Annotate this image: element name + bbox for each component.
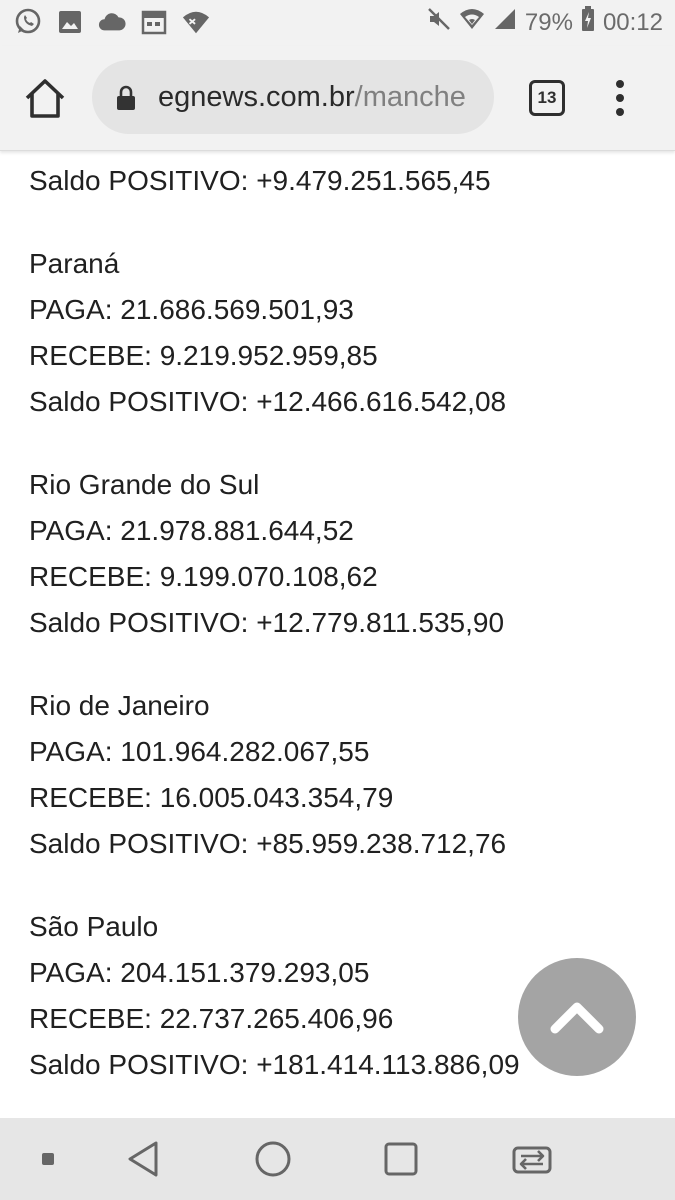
calendar-icon: [140, 8, 168, 36]
saldo-line: Saldo POSITIVO: +12.466.616.542,08: [29, 386, 507, 417]
mute-icon: [427, 7, 451, 38]
state-name: Paraná: [29, 248, 120, 279]
saldo-line: Saldo POSITIVO: +9.479.251.565,45: [29, 165, 491, 196]
status-bar: 79% 00:12: [0, 0, 675, 46]
square-dot-icon: [42, 1153, 54, 1165]
paga-line: PAGA: 21.978.881.644,52: [29, 515, 354, 546]
wifi-icon: [459, 8, 485, 37]
recebe-line: RECEBE: 16.005.043.354,79: [29, 782, 394, 813]
tab-switcher-button[interactable]: 13: [529, 80, 565, 116]
state-block: Rio de Janeiro PAGA: 101.964.282.067,55 …: [29, 683, 649, 867]
home-nav-button[interactable]: [248, 1118, 298, 1200]
address-bar[interactable]: egnews.com.br/manche: [92, 60, 494, 134]
clock: 00:12: [602, 8, 663, 36]
switch-apps-icon: [512, 1146, 552, 1174]
lock-icon: [117, 85, 135, 110]
chevron-up-icon: [550, 1002, 604, 1034]
recebe-line: RECEBE: 9.219.952.959,85: [29, 340, 378, 371]
recents-icon: [384, 1142, 418, 1176]
state-name: São Paulo: [29, 911, 159, 942]
tab-count: 13: [537, 88, 557, 107]
state-block: Rio Grande do Sul PAGA: 21.978.881.644,5…: [29, 462, 649, 646]
home-button[interactable]: [22, 76, 68, 122]
article-content: Saldo POSITIVO: +9.479.251.565,45 Paraná…: [29, 158, 649, 1088]
notification-icons: [14, 8, 210, 36]
back-button[interactable]: [118, 1118, 168, 1200]
battery-percent: 79%: [524, 8, 573, 36]
scroll-to-top-button[interactable]: [518, 958, 636, 1076]
system-status: 79% 00:12: [427, 6, 663, 39]
wifi-locked-icon: [182, 8, 210, 36]
paga-line: PAGA: 101.964.282.067,55: [29, 736, 370, 767]
back-icon: [128, 1141, 158, 1177]
image-icon: [56, 8, 84, 36]
cloud-icon: [98, 8, 126, 36]
navigation-bar: [0, 1118, 675, 1200]
state-name: Rio Grande do Sul: [29, 469, 260, 500]
url-text[interactable]: egnews.com.br/manche: [158, 81, 488, 114]
menu-button[interactable]: [608, 74, 632, 122]
browser-toolbar: egnews.com.br/manche 13: [0, 46, 675, 151]
home-icon: [25, 79, 65, 118]
more-vert-icon: [616, 80, 624, 116]
saldo-line: Saldo POSITIVO: +85.959.238.712,76: [29, 828, 507, 859]
circle-home-icon: [255, 1141, 291, 1177]
switch-apps-button[interactable]: [505, 1118, 559, 1200]
paga-line: PAGA: 21.686.569.501,93: [29, 294, 354, 325]
nav-dot-button[interactable]: [28, 1118, 68, 1200]
url-domain: egnews.com.br: [158, 81, 355, 113]
signal-icon: [493, 7, 517, 38]
url-path: /manche: [354, 81, 466, 113]
saldo-line: Saldo POSITIVO: +12.779.811.535,90: [29, 607, 505, 638]
recents-button[interactable]: [376, 1118, 426, 1200]
state-name: Rio de Janeiro: [29, 690, 210, 721]
state-block: Paraná PAGA: 21.686.569.501,93 RECEBE: 9…: [29, 241, 649, 425]
whatsapp-icon: [14, 8, 42, 36]
battery-charging-icon: [581, 6, 595, 39]
recebe-line: RECEBE: 9.199.070.108,62: [29, 561, 378, 592]
